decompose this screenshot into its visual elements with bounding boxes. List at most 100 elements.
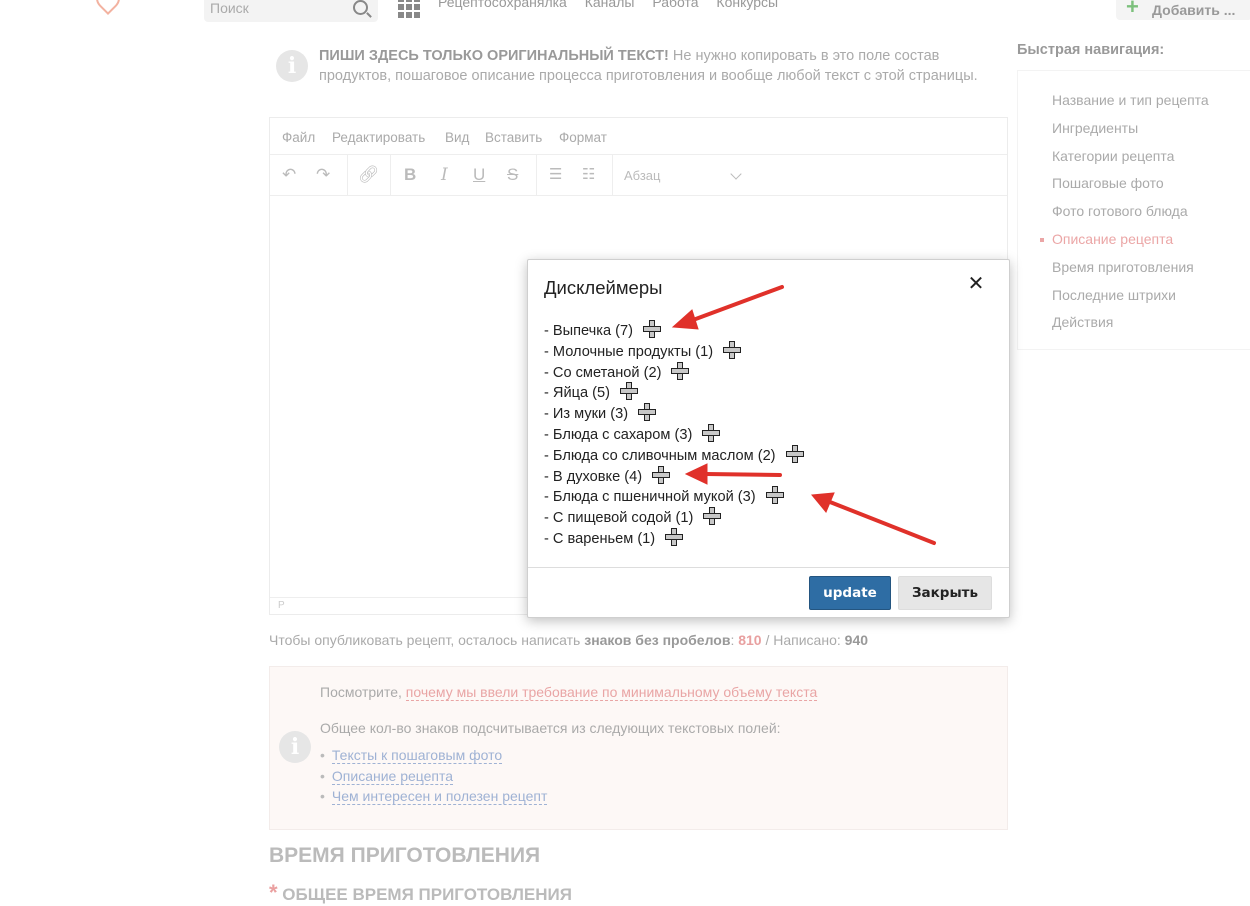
link-icon[interactable]: 🔗︎ [358,165,380,185]
field-link-benefits[interactable]: Чем интересен и полезен рецепт [331,788,548,805]
info-icon: i [279,731,311,763]
plus-icon[interactable] [665,527,684,546]
plus-icon[interactable] [643,320,661,338]
quick-nav-title: Быстрая навигация: [1017,42,1165,58]
plus-icon: + [1126,0,1139,19]
disclaimer-label: - Блюда со сливочным маслом (2) [544,447,776,464]
disclaimer-label: - Из муки (3) [544,406,629,423]
nav-item-contests[interactable]: Конкурсы [716,0,778,10]
add-button-label: Добавить ... [1152,2,1236,18]
disclaimer-label: - Яйца (5) [544,385,610,402]
disclaimer-item: - Блюда со сливочным маслом (2) [544,444,804,466]
close-icon[interactable]: ✕ [966,274,986,294]
logo-text: menu [124,0,167,2]
plus-icon[interactable] [671,361,690,380]
add-button[interactable]: + Добавить ... [1116,0,1250,20]
counter-prefix: Чтобы опубликовать рецепт, осталось напи… [269,632,585,648]
field-link-description[interactable]: Описание рецепта [331,767,454,785]
plus-icon[interactable] [723,340,742,359]
quick-nav-item[interactable]: Название и тип рецепта [1052,87,1209,115]
search-placeholder: Поиск [210,0,249,16]
dialog-footer: update Закрыть [528,567,1009,617]
quick-nav-item[interactable]: Пошаговые фото [1052,170,1209,198]
requirement-reason-link[interactable]: почему мы ввели требование по минимально… [405,684,818,701]
bold-icon[interactable]: B [404,165,416,185]
required-mark: * [269,880,278,905]
italic-icon[interactable]: I [441,165,448,185]
plus-icon[interactable] [702,423,721,442]
menu-edit[interactable]: Редактировать [332,130,425,145]
plus-icon[interactable] [638,403,657,422]
section-subtitle: * ОБЩЕЕ ВРЕМЯ ПРИГОТОВЛЕНИЯ [269,880,572,906]
underline-icon[interactable]: U [473,165,485,185]
quick-nav: Название и тип рецепта Ингредиенты Катег… [1017,70,1250,350]
nav-item-jobs[interactable]: Работа [652,0,698,10]
text-requirement-info: i Посмотрите, почему мы ввели требование… [269,666,1008,830]
plus-icon[interactable] [619,382,638,401]
block-format-select[interactable]: Абзац [624,168,660,183]
disclaimer-item: - Блюда с сахаром (3) [544,423,804,445]
editor-menubar: Файл Редактировать Вид Вставить Формат [270,118,1007,155]
disclaimer-label: - Блюда с пшеничной мукой (3) [544,489,756,506]
undo-icon[interactable]: ↶ [282,165,296,185]
menu-insert[interactable]: Вставить [485,130,542,145]
info-line1-prefix: Посмотрите, [320,684,406,700]
strikethrough-icon[interactable]: S [507,165,518,185]
update-button[interactable]: update [809,576,891,610]
plus-icon[interactable] [765,486,784,505]
disclaimer-item: - Блюда с пшеничной мукой (3) [544,486,804,507]
quick-nav-item[interactable]: Фото готового блюда [1052,198,1209,226]
menu-view[interactable]: Вид [445,130,469,145]
search-icon[interactable] [353,0,368,15]
editor-toolbar: ↶ ↷ 🔗︎ B I U S ☰ ☷ Абзац [270,155,1007,196]
original-text-notice: ПИШИ ЗДЕСЬ ТОЛЬКО ОРИГИНАЛЬНЫЙ ТЕКСТ! Не… [319,46,1009,86]
disclaimer-item: - Со сметаной (2) [544,361,804,383]
disclaimer-label: - Блюда с сахаром (3) [544,426,693,443]
quick-nav-item-active[interactable]: Описание рецепта [1040,226,1209,254]
field-link-step-texts[interactable]: Тексты к пошаговым фото [331,747,503,764]
disclaimer-label: - Выпечка (7) [544,323,633,339]
section-title: ВРЕМЯ ПРИГОТОВЛЕНИЯ [269,844,541,867]
redo-icon[interactable]: ↷ [316,165,330,185]
plus-icon[interactable] [785,444,804,463]
disclaimer-list: - Выпечка (7) - Молочные продукты (1) - … [544,320,804,549]
disclaimer-item: - Молочные продукты (1) [544,340,804,362]
disclaimer-item: - С вареньем (1) [544,527,804,549]
info-icon: i [276,50,308,82]
site-logo[interactable]: menu [91,0,188,22]
nav-item-recipe-saver[interactable]: Рецептосохранялка [438,0,567,10]
info-line2: Общее кол-во знаков подсчитывается из сл… [320,720,781,736]
quick-nav-item[interactable]: Время приготовления [1052,254,1209,282]
list-item: Описание рецепта [320,766,547,787]
quick-nav-item[interactable]: Последние штрихи [1052,282,1209,310]
numbered-list-icon[interactable]: ☷ [582,165,595,183]
quick-nav-item[interactable]: Действия [1052,309,1209,337]
chevron-down-icon[interactable] [730,168,742,180]
info-line1: Посмотрите, почему мы ввели требование п… [320,684,818,701]
search-input[interactable]: Поиск [204,0,378,22]
disclaimer-item: - Яйца (5) [544,382,804,403]
bullet-list-icon[interactable]: ☰ [549,165,562,183]
menu-format[interactable]: Формат [559,130,607,145]
quick-nav-item[interactable]: Ингредиенты [1052,115,1209,143]
disclaimer-item: - Выпечка (7) [544,320,804,341]
quick-nav-item[interactable]: Категории рецепта [1052,143,1209,171]
written-count: 940 [844,632,869,648]
remaining-count: 810 [738,632,762,648]
element-path: P [278,600,285,611]
counter-label: знаков без пробелов [584,632,731,648]
notice-bold: ПИШИ ЗДЕСЬ ТОЛЬКО ОРИГИНАЛЬНЫЙ ТЕКСТ! [319,48,669,64]
disclaimer-item: - В духовке (4) [544,465,804,487]
counted-fields-list: Тексты к пошаговым фото Описание рецепта… [320,745,548,807]
menu-file[interactable]: Файл [282,130,315,145]
disclaimer-label: - Со сметаной (2) [544,364,662,381]
heart-logo-icon [91,0,125,15]
plus-icon[interactable] [652,465,671,484]
nav-item-channels[interactable]: Каналы [585,0,635,10]
plus-icon[interactable] [703,507,722,526]
disclaimer-item: - С пищевой содой (1) [544,507,804,528]
grid-icon[interactable] [398,0,420,18]
close-button[interactable]: Закрыть [898,576,992,610]
top-nav: Рецептосохранялка Каналы Работа Конкурсы [438,0,792,10]
dialog-title: Дисклеймеры [544,277,663,298]
